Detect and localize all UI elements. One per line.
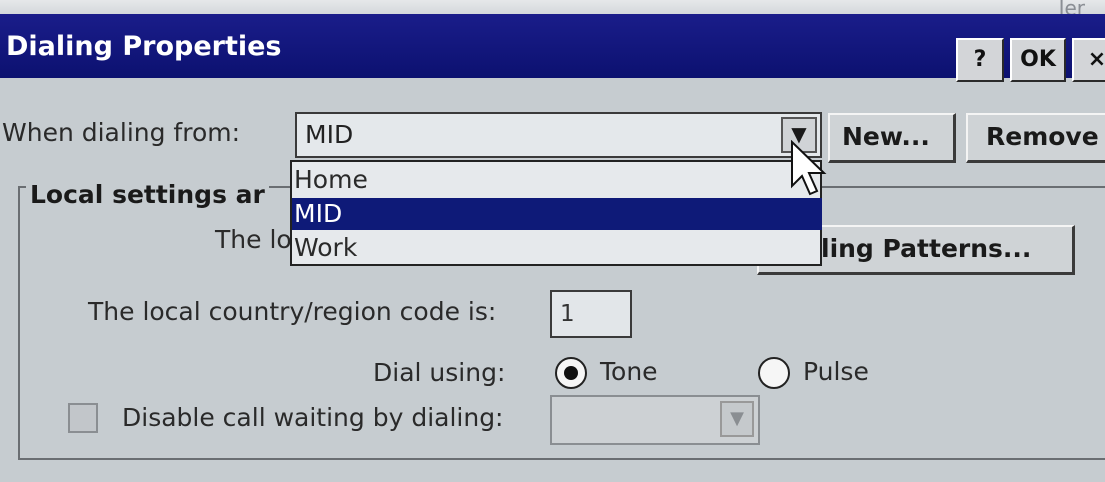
background-window-strip: Jer [0,0,1105,20]
help-button[interactable]: ? [956,38,1004,82]
call-waiting-checkbox[interactable] [68,403,98,433]
chevron-down-icon: ▼ [720,401,754,437]
ok-button[interactable]: OK [1010,38,1066,82]
dropdown-option-home[interactable]: Home [292,164,822,196]
mouse-pointer-icon [791,140,827,196]
local-settings-title: Local settings ar [26,180,269,209]
new-location-label: New... [842,122,930,151]
dial-using-label: Dial using: [373,358,506,387]
area-code-label: The lo [215,225,292,254]
dialing-from-label: When dialing from: [2,118,240,147]
call-waiting-label: Disable call waiting by dialing: [122,403,504,432]
call-waiting-select[interactable]: ▼ [550,395,760,445]
dialing-from-select[interactable]: MID ▼ [295,112,822,158]
pulse-label: Pulse [803,357,869,386]
dropdown-option-mid[interactable]: MID [292,198,822,230]
new-location-button[interactable]: New... [828,113,956,163]
country-code-label: The local country/region code is: [88,297,497,326]
title-bar: Dialing Properties ? OK × [0,14,1105,82]
tone-radio[interactable] [555,357,587,389]
window-title: Dialing Properties [6,31,282,62]
pulse-radio[interactable] [758,357,790,389]
dialing-from-dropdown-list[interactable]: Home MID Work [290,160,822,266]
country-code-input[interactable]: 1 [550,290,632,338]
dialing-from-label-text: When dialing from: [2,118,241,147]
dropdown-option-work[interactable]: Work [292,232,822,264]
remove-location-label: Remove [986,122,1099,151]
dialing-patterns-label: ling Patterns... [821,234,1032,263]
tone-label: Tone [600,357,658,386]
remove-location-button[interactable]: Remove [966,113,1105,163]
dialing-from-value: MID [305,120,354,149]
close-button[interactable]: × [1072,38,1105,82]
